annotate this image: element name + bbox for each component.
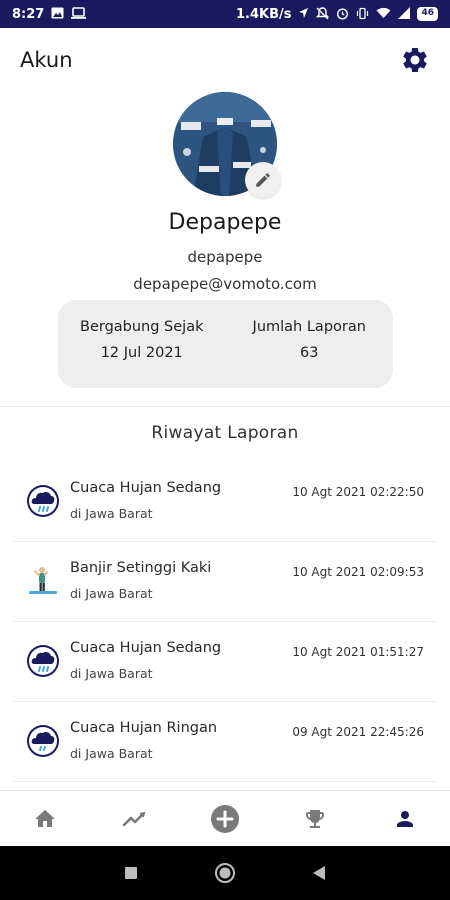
pencil-icon <box>256 173 270 187</box>
alarm-icon <box>336 7 349 22</box>
trophy-icon <box>306 809 324 828</box>
report-time: 09 Agt 2021 22:45:26 <box>292 725 424 739</box>
report-time: 10 Agt 2021 02:09:53 <box>292 565 424 579</box>
stat-joined: Bergabung Sejak 12 Jul 2021 <box>58 300 226 388</box>
square-icon <box>125 867 137 879</box>
stat-reports: Jumlah Laporan 63 <box>226 300 394 388</box>
signal-icon <box>398 7 411 21</box>
location-icon <box>298 7 309 21</box>
report-title: Cuaca Hujan Sedang <box>70 640 222 656</box>
report-location: di Jawa Barat <box>70 746 153 761</box>
app-bar: Akun <box>0 28 450 92</box>
laptop-icon <box>71 7 87 21</box>
trend-icon <box>122 811 146 826</box>
back-triangle-icon <box>313 866 325 880</box>
report-location: di Jawa Barat <box>70 506 153 521</box>
status-bar: 8:27 1.4KB/s 46 <box>0 0 450 28</box>
add-icon <box>211 804 239 833</box>
page-title: Akun <box>20 48 73 72</box>
stats-card: Bergabung Sejak 12 Jul 2021 Jumlah Lapor… <box>58 300 393 388</box>
person-icon <box>397 810 413 827</box>
avatar-container <box>173 92 281 198</box>
joined-value: 12 Jul 2021 <box>100 345 183 361</box>
report-title: Banjir Setinggi Kaki <box>70 560 212 576</box>
profile-name: Depapepe <box>168 210 282 235</box>
nav-profile[interactable] <box>383 797 427 841</box>
profile-email: depapepe@vomoto.com <box>133 275 317 293</box>
image-icon <box>51 7 64 21</box>
reports-value: 63 <box>300 345 319 361</box>
section-title: Riwayat Laporan <box>151 423 299 443</box>
report-time: 10 Agt 2021 01:51:27 <box>292 645 424 659</box>
network-speed: 1.4KB/s <box>235 6 292 22</box>
divider <box>0 406 450 407</box>
list-item[interactable]: Banjir Setinggi Kaki di Jawa Barat 10 Ag… <box>14 542 436 622</box>
rain-cloud-icon <box>26 724 60 758</box>
rain-cloud-icon <box>26 484 60 518</box>
nav-trend[interactable] <box>113 797 157 841</box>
list-item[interactable]: Cuaca Hujan Sedang di Jawa Barat 10 Agt … <box>14 462 436 542</box>
profile-username: depapepe <box>187 248 263 266</box>
bottom-nav <box>0 790 450 846</box>
nav-home[interactable] <box>23 797 67 841</box>
home-system-button[interactable] <box>213 861 237 885</box>
report-list: Cuaca Hujan Sedang di Jawa Barat 10 Agt … <box>0 462 450 782</box>
flood-person-icon <box>26 564 60 598</box>
status-left: 8:27 <box>12 6 87 22</box>
status-right: 1.4KB/s 46 <box>236 7 438 22</box>
system-nav-bar <box>0 846 450 900</box>
battery-icon: 46 <box>417 7 438 21</box>
joined-label: Bergabung Sejak <box>80 319 204 335</box>
report-time: 10 Agt 2021 02:22:50 <box>292 485 424 499</box>
vibrate-icon <box>356 7 369 22</box>
settings-button[interactable] <box>398 43 432 77</box>
status-time: 8:27 <box>12 6 45 22</box>
nav-trophy[interactable] <box>293 797 337 841</box>
rain-cloud-icon <box>26 644 60 678</box>
home-icon <box>35 809 55 827</box>
wifi-icon <box>376 7 391 21</box>
report-location: di Jawa Barat <box>70 586 153 601</box>
gear-icon <box>403 47 427 72</box>
list-item[interactable]: Cuaca Hujan Ringan di Jawa Barat 09 Agt … <box>14 702 436 782</box>
report-title: Cuaca Hujan Sedang <box>70 480 222 496</box>
report-location: di Jawa Barat <box>70 666 153 681</box>
back-button[interactable] <box>307 861 331 885</box>
nav-add[interactable] <box>203 797 247 841</box>
edit-photo-button[interactable] <box>245 162 281 198</box>
report-title: Cuaca Hujan Ringan <box>70 720 218 736</box>
reports-label: Jumlah Laporan <box>252 319 366 335</box>
recents-button[interactable] <box>119 861 143 885</box>
mute-icon <box>316 6 330 22</box>
circle-icon <box>215 863 235 883</box>
list-item[interactable]: Cuaca Hujan Sedang di Jawa Barat 10 Agt … <box>14 622 436 702</box>
